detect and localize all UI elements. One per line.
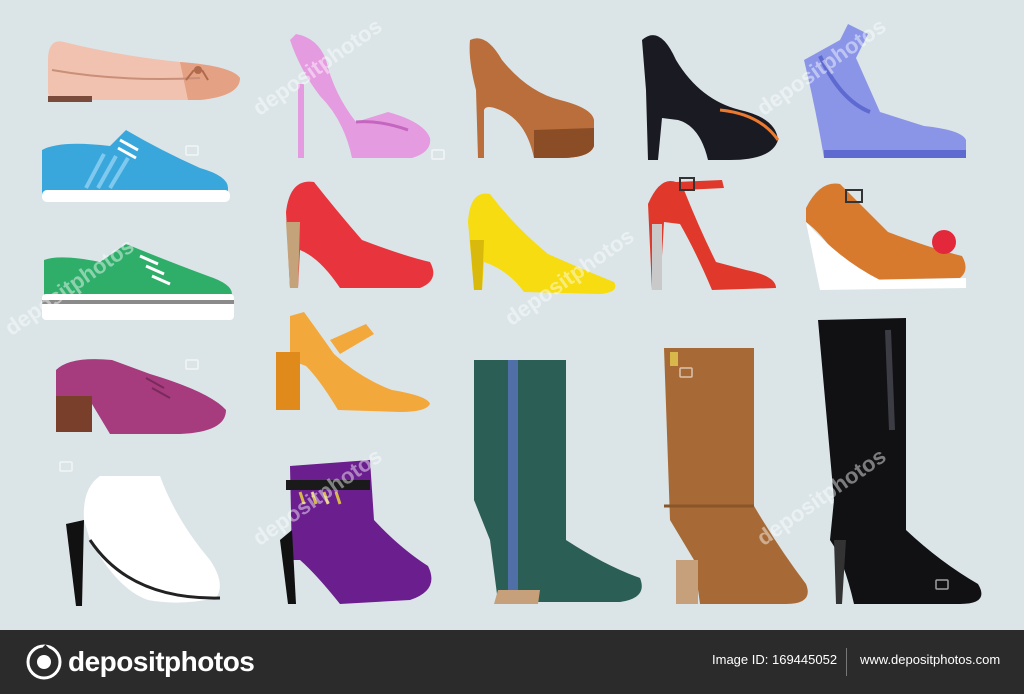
purple-ankle-bootie: [280, 460, 432, 604]
red-pump: [286, 181, 434, 288]
white-heel-bootie: [66, 476, 221, 606]
tan-tall-boot: [664, 348, 808, 604]
brown-platform-pump: [469, 38, 594, 158]
image-id-label: Image ID:: [712, 652, 769, 667]
shoe-collection: [42, 24, 982, 606]
orange-heel-sandal: [276, 312, 430, 412]
depositphotos-logo-icon: [26, 644, 62, 680]
site-url-link[interactable]: www.depositphotos.com: [860, 652, 1000, 667]
ballet-flat: [48, 41, 240, 102]
pink-heel-sandal: [290, 34, 431, 158]
image-id: Image ID: 169445052: [712, 652, 837, 667]
black-tall-boot: [818, 318, 982, 604]
image-id-value: 169445052: [771, 652, 838, 667]
shoe-illustration: depositphotos depositphotos depositphoto…: [0, 0, 1024, 630]
lilac-wedge-sandal: [804, 24, 966, 158]
purple-oxford: [56, 359, 226, 434]
brand-name: depositphotos: [68, 646, 255, 677]
orange-wedge-sandal: [806, 183, 966, 290]
teal-tall-boot: [474, 360, 642, 604]
black-peep-toe-heel: [642, 35, 780, 161]
stock-photo-footer: depositphotos Image ID: 169445052 www.de…: [0, 630, 1024, 694]
blue-sneaker: [42, 130, 230, 202]
red-strap-sandal: [648, 177, 776, 290]
brand[interactable]: depositphotos: [26, 644, 255, 680]
yellow-pump: [468, 193, 616, 294]
green-sneaker: [42, 244, 234, 320]
footer-divider: [846, 648, 847, 676]
